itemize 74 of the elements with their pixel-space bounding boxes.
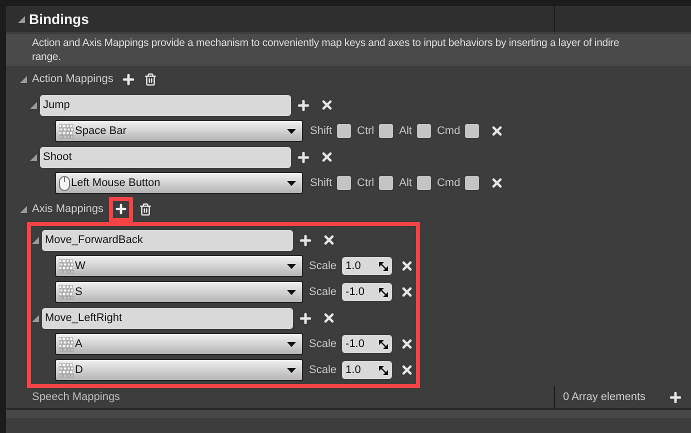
modifier-checkbox[interactable] xyxy=(416,124,431,138)
drag-icon xyxy=(378,288,388,296)
scale-field[interactable]: -1.0 xyxy=(342,283,392,301)
section-label: Speech Mappings xyxy=(31,390,122,405)
key-dropdown[interactable]: D xyxy=(55,359,303,381)
keyboard-icon xyxy=(59,258,74,274)
mapping-name-field[interactable]: Shoot xyxy=(40,146,291,168)
key-dropdown[interactable]: W xyxy=(55,255,303,277)
scale-field[interactable]: -1.0 xyxy=(342,335,392,353)
caret-icon xyxy=(287,264,296,268)
add-button[interactable] xyxy=(108,196,133,222)
modifier-label: Alt xyxy=(399,176,412,191)
add-button[interactable] xyxy=(120,71,136,87)
key-dropdown[interactable]: A xyxy=(55,333,303,355)
key-dropdown[interactable]: S xyxy=(55,281,303,303)
scale-field[interactable]: 1.0 xyxy=(342,257,392,275)
modifier-checkbox[interactable] xyxy=(379,176,394,190)
drag-icon xyxy=(378,262,388,270)
mapping-name-field[interactable]: Move_LeftRight xyxy=(42,308,293,328)
collapse-arrow-icon[interactable] xyxy=(30,154,37,160)
modifier-label: Cmd xyxy=(436,176,460,191)
modifier-checkbox[interactable] xyxy=(465,176,480,190)
modifier-checkbox[interactable] xyxy=(465,124,480,138)
add-button[interactable] xyxy=(295,149,311,165)
modifier-checkbox[interactable] xyxy=(379,124,394,138)
key-dropdown[interactable]: Left Mouse Button xyxy=(55,172,303,194)
collapse-arrow-icon[interactable] xyxy=(32,314,39,322)
modifier-checkbox[interactable] xyxy=(337,176,352,190)
caret-icon xyxy=(287,342,296,346)
add-button[interactable] xyxy=(297,232,313,248)
description-text: range. xyxy=(32,50,61,64)
scale-field[interactable]: 1.0 xyxy=(342,361,392,379)
mapping-name-field[interactable]: Jump xyxy=(40,94,291,116)
modifier-label: Ctrl xyxy=(357,124,374,139)
key-dropdown[interactable]: Space Bar xyxy=(55,120,303,142)
keyboard-icon xyxy=(59,362,74,378)
modifier-label: Shift xyxy=(310,124,332,139)
section-title: Bindings xyxy=(29,10,89,29)
section-label: Action Mappings xyxy=(32,72,114,87)
scale-label: Scale xyxy=(309,362,337,378)
modifier-checkbox[interactable] xyxy=(416,176,431,190)
keyboard-icon xyxy=(59,284,74,300)
delete-button[interactable] xyxy=(138,202,152,216)
modifier-label: Ctrl xyxy=(357,176,374,191)
modifier-label: Cmd xyxy=(436,124,460,139)
mapping-name-field[interactable]: Move_ForwardBack xyxy=(42,230,293,250)
collapse-arrow-icon[interactable] xyxy=(20,206,27,212)
mouse-icon xyxy=(59,176,70,190)
description-text: Action and Axis Mappings provide a mechanism to conveniently map keys and axes to input behaviors by inserting a layer of indire xyxy=(32,36,620,50)
collapse-arrow-icon[interactable] xyxy=(18,16,25,22)
modifier-label: Alt xyxy=(399,124,412,139)
delete-button[interactable] xyxy=(144,72,158,86)
array-count: 0 Array elements xyxy=(563,390,646,405)
keyboard-icon xyxy=(59,336,74,352)
drag-icon xyxy=(378,366,388,374)
plus-icon xyxy=(114,202,128,216)
collapse-arrow-icon[interactable] xyxy=(32,236,39,244)
caret-icon xyxy=(287,128,296,134)
modifier-label: Shift xyxy=(310,176,332,191)
scale-label: Scale xyxy=(309,258,337,274)
collapse-arrow-icon[interactable] xyxy=(20,76,27,82)
caret-icon xyxy=(287,290,296,294)
collapse-arrow-icon[interactable] xyxy=(30,102,37,108)
add-button[interactable] xyxy=(295,97,311,113)
scale-label: Scale xyxy=(309,336,337,352)
keyboard-icon xyxy=(59,124,74,138)
caret-icon xyxy=(287,368,296,372)
scale-label: Scale xyxy=(309,284,337,300)
caret-icon xyxy=(287,180,296,186)
add-button[interactable] xyxy=(667,389,683,405)
add-button[interactable] xyxy=(297,310,313,326)
drag-icon xyxy=(378,340,388,348)
modifier-checkbox[interactable] xyxy=(337,124,352,138)
section-label: Axis Mappings xyxy=(32,202,104,217)
